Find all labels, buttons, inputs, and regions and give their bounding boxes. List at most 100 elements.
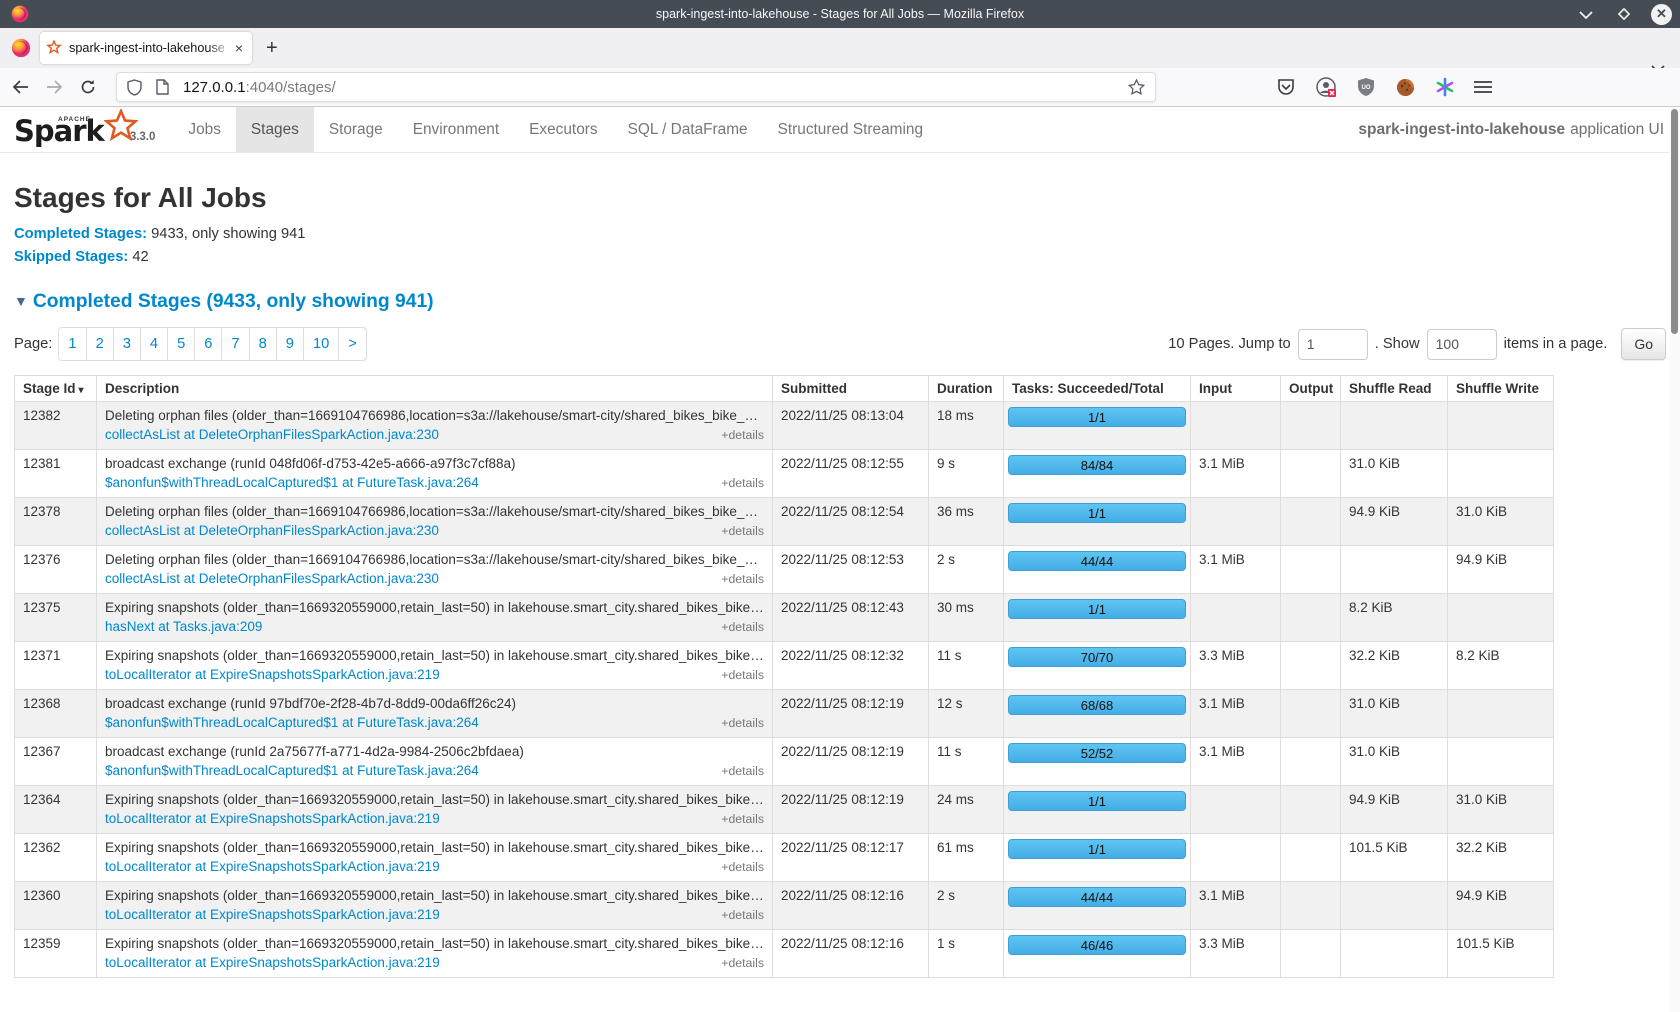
extension-asterisk-icon[interactable] bbox=[1435, 77, 1455, 97]
ublock-shield-icon[interactable]: UO bbox=[1356, 77, 1376, 97]
details-toggle[interactable]: +details bbox=[721, 716, 764, 730]
nav-item-jobs[interactable]: Jobs bbox=[173, 107, 236, 152]
cookie-icon[interactable] bbox=[1395, 77, 1416, 98]
reload-icon[interactable] bbox=[74, 73, 102, 101]
nav-item-sql-dataframe[interactable]: SQL / DataFrame bbox=[613, 107, 763, 152]
details-toggle[interactable]: +details bbox=[721, 812, 764, 826]
page-button-8[interactable]: 8 bbox=[249, 327, 277, 361]
tasks-progress-bar: 52/52 bbox=[1008, 743, 1186, 763]
forward-icon[interactable] bbox=[40, 73, 68, 101]
description-link[interactable]: $anonfun$withThreadLocalCaptured$1 at Fu… bbox=[105, 475, 479, 490]
table-row: 12378Deleting orphan files (older_than=1… bbox=[15, 498, 1554, 546]
tasks-cell: 44/44 bbox=[1004, 546, 1191, 594]
shield-icon[interactable] bbox=[127, 79, 142, 96]
column-header-output[interactable]: Output bbox=[1281, 376, 1341, 402]
maximize-icon[interactable] bbox=[1613, 3, 1635, 25]
close-icon[interactable]: ✕ bbox=[1651, 4, 1672, 25]
details-toggle[interactable]: +details bbox=[721, 620, 764, 634]
bookmark-star-icon[interactable] bbox=[1128, 79, 1145, 95]
details-toggle[interactable]: +details bbox=[721, 668, 764, 682]
page-info-icon[interactable] bbox=[156, 79, 169, 95]
items-suffix-text: items in a page. bbox=[1504, 336, 1608, 352]
items-per-page-input[interactable] bbox=[1427, 329, 1497, 360]
column-header-input[interactable]: Input bbox=[1191, 376, 1281, 402]
description-link[interactable]: collectAsList at DeleteOrphanFilesSparkA… bbox=[105, 571, 439, 586]
page-button-1[interactable]: 1 bbox=[58, 327, 86, 361]
stage-id-cell: 12367 bbox=[15, 738, 97, 786]
page-button-2[interactable]: 2 bbox=[86, 327, 114, 361]
page-button-5[interactable]: 5 bbox=[167, 327, 195, 361]
description-text: Expiring snapshots (older_than=166932055… bbox=[105, 648, 764, 663]
nav-item-storage[interactable]: Storage bbox=[314, 107, 398, 152]
scrollbar-thumb[interactable] bbox=[1671, 109, 1678, 334]
url-text[interactable]: 127.0.0.1:4040/stages/ bbox=[183, 79, 1128, 96]
details-toggle[interactable]: +details bbox=[721, 476, 764, 490]
url-bar[interactable]: 127.0.0.1:4040/stages/ bbox=[116, 72, 1156, 102]
description-link[interactable]: hasNext at Tasks.java:209 bbox=[105, 619, 262, 634]
back-icon[interactable] bbox=[6, 73, 34, 101]
nav-item-structured-streaming[interactable]: Structured Streaming bbox=[763, 107, 938, 152]
column-header-shuffle-write[interactable]: Shuffle Write bbox=[1448, 376, 1554, 402]
details-toggle[interactable]: +details bbox=[721, 956, 764, 970]
jump-to-page-input[interactable] bbox=[1298, 329, 1368, 360]
description-link[interactable]: toLocalIterator at ExpireSnapshotsSparkA… bbox=[105, 667, 440, 682]
details-toggle[interactable]: +details bbox=[721, 908, 764, 922]
column-header-stage-id[interactable]: Stage Id▾ bbox=[15, 376, 97, 402]
column-header-submitted[interactable]: Submitted bbox=[773, 376, 929, 402]
pocket-icon[interactable] bbox=[1276, 77, 1296, 97]
shuffle-write-cell bbox=[1448, 690, 1554, 738]
details-toggle[interactable]: +details bbox=[721, 572, 764, 586]
column-header-duration[interactable]: Duration bbox=[929, 376, 1004, 402]
tasks-progress-bar: 44/44 bbox=[1008, 887, 1186, 907]
table-row: 12359Expiring snapshots (older_than=1669… bbox=[15, 930, 1554, 978]
spark-logo[interactable]: APACHE Spark 3.3.0 bbox=[0, 107, 173, 152]
description-link[interactable]: toLocalIterator at ExpireSnapshotsSparkA… bbox=[105, 859, 440, 874]
nav-item-executors[interactable]: Executors bbox=[514, 107, 612, 152]
input-cell: 3.1 MiB bbox=[1191, 450, 1281, 498]
page-button-7[interactable]: 7 bbox=[221, 327, 249, 361]
page-button-9[interactable]: 9 bbox=[276, 327, 304, 361]
details-toggle[interactable]: +details bbox=[721, 428, 764, 442]
output-cell bbox=[1281, 498, 1341, 546]
page-scrollbar[interactable] bbox=[1669, 107, 1680, 1012]
column-header-description[interactable]: Description bbox=[97, 376, 773, 402]
details-toggle[interactable]: +details bbox=[721, 764, 764, 778]
page-button-4[interactable]: 4 bbox=[140, 327, 168, 361]
column-header-tasks-succeeded-total[interactable]: Tasks: Succeeded/Total bbox=[1004, 376, 1191, 402]
menu-hamburger-icon[interactable] bbox=[1474, 80, 1492, 94]
tab-close-icon[interactable]: × bbox=[232, 40, 246, 56]
minimize-icon[interactable] bbox=[1575, 3, 1597, 25]
browser-tab[interactable]: spark-ingest-into-lakehouse × bbox=[40, 32, 252, 64]
input-cell: 3.1 MiB bbox=[1191, 738, 1281, 786]
page-button-6[interactable]: 6 bbox=[194, 327, 222, 361]
firefox-view-icon[interactable] bbox=[10, 37, 32, 59]
table-row: 12376Deleting orphan files (older_than=1… bbox=[15, 546, 1554, 594]
tasks-progress-bar: 1/1 bbox=[1008, 791, 1186, 811]
description-link[interactable]: collectAsList at DeleteOrphanFilesSparkA… bbox=[105, 427, 439, 442]
description-link[interactable]: collectAsList at DeleteOrphanFilesSparkA… bbox=[105, 523, 439, 538]
shuffle-write-cell bbox=[1448, 594, 1554, 642]
section-heading: ▼ Completed Stages (9433, only showing 94… bbox=[14, 291, 1680, 313]
next-page-button[interactable]: > bbox=[338, 327, 367, 361]
description-link[interactable]: toLocalIterator at ExpireSnapshotsSparkA… bbox=[105, 955, 440, 970]
nav-item-environment[interactable]: Environment bbox=[398, 107, 514, 152]
new-tab-button[interactable]: + bbox=[266, 37, 278, 60]
description-link[interactable]: toLocalIterator at ExpireSnapshotsSparkA… bbox=[105, 907, 440, 922]
nav-item-stages[interactable]: Stages bbox=[236, 107, 314, 152]
details-toggle[interactable]: +details bbox=[721, 524, 764, 538]
page-button-3[interactable]: 3 bbox=[113, 327, 141, 361]
summary-label: Completed Stages: bbox=[14, 226, 147, 242]
go-button[interactable]: Go bbox=[1621, 328, 1666, 360]
tasks-cell: 70/70 bbox=[1004, 642, 1191, 690]
collapse-arrow-icon[interactable]: ▼ bbox=[14, 293, 28, 309]
input-cell bbox=[1191, 402, 1281, 450]
description-link[interactable]: $anonfun$withThreadLocalCaptured$1 at Fu… bbox=[105, 715, 479, 730]
details-toggle[interactable]: +details bbox=[721, 860, 764, 874]
column-header-shuffle-read[interactable]: Shuffle Read bbox=[1341, 376, 1448, 402]
description-link[interactable]: toLocalIterator at ExpireSnapshotsSparkA… bbox=[105, 811, 440, 826]
tasks-progress-bar: 44/44 bbox=[1008, 551, 1186, 571]
account-icon[interactable] bbox=[1315, 76, 1337, 98]
section-title-link[interactable]: Completed Stages (9433, only showing 941… bbox=[33, 291, 434, 312]
page-button-10[interactable]: 10 bbox=[303, 327, 339, 361]
description-link[interactable]: $anonfun$withThreadLocalCaptured$1 at Fu… bbox=[105, 763, 479, 778]
